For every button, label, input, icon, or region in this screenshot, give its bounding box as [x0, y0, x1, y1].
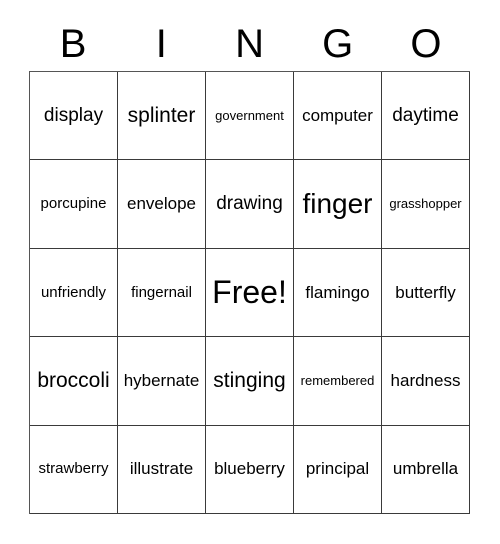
bingo-cell[interactable]: strawberry: [30, 425, 118, 514]
bingo-cell-label: unfriendly: [40, 283, 107, 301]
bingo-cell[interactable]: umbrella: [382, 425, 470, 514]
bingo-cell[interactable]: fingernail: [118, 248, 206, 338]
bingo-card: B I N G O display splinter government co…: [0, 0, 500, 544]
bingo-cell[interactable]: stinging: [206, 337, 294, 426]
bingo-header-letter-b: B: [59, 21, 87, 66]
bingo-cell[interactable]: principal: [294, 425, 382, 514]
bingo-header-letter-g: G: [322, 21, 354, 66]
bingo-cell-label: government: [215, 107, 284, 123]
bingo-cell-label: strawberry: [38, 460, 109, 478]
bingo-cell-label: daytime: [392, 104, 459, 126]
bingo-header-letter-n: N: [235, 21, 264, 66]
bingo-cell-label: stinging: [213, 368, 286, 392]
bingo-header-letter-i: I: [155, 21, 167, 66]
bingo-cell[interactable]: hybernate: [118, 337, 206, 426]
bingo-cell[interactable]: display: [30, 72, 118, 161]
bingo-cell-label: fingernail: [131, 283, 192, 301]
bingo-cell[interactable]: broccoli: [30, 337, 118, 426]
bingo-cell-label: principal: [305, 459, 370, 479]
bingo-cell-label: porcupine: [40, 195, 107, 213]
bingo-cell-label: illustrate: [129, 459, 194, 479]
bingo-cell-label: umbrella: [392, 459, 459, 479]
bingo-cell-label: grasshopper: [389, 196, 462, 212]
bingo-cell[interactable]: blueberry: [206, 425, 294, 514]
bingo-cell-label: blueberry: [214, 459, 285, 479]
bingo-cell[interactable]: envelope: [118, 160, 206, 249]
bingo-cell[interactable]: drawing: [206, 160, 294, 249]
bingo-cell-label: envelope: [126, 194, 196, 214]
bingo-cell[interactable]: unfriendly: [30, 248, 118, 338]
bingo-cell-label: display: [43, 104, 104, 126]
bingo-cell[interactable]: finger: [294, 160, 382, 249]
bingo-cell[interactable]: computer: [294, 72, 382, 161]
bingo-cell[interactable]: splinter: [118, 72, 206, 161]
bingo-cell[interactable]: grasshopper: [382, 160, 470, 249]
bingo-cell[interactable]: butterfly: [382, 248, 470, 338]
bingo-free-cell[interactable]: Free!: [206, 248, 294, 338]
bingo-cell-label: butterfly: [395, 282, 456, 302]
bingo-cell-label: remembered: [300, 373, 375, 389]
bingo-cell-label: splinter: [127, 103, 196, 127]
bingo-cell-label: drawing: [216, 193, 283, 215]
bingo-cell-label: flamingo: [305, 282, 370, 302]
bingo-header-row: B I N G O: [29, 16, 470, 71]
bingo-cell-label: computer: [302, 105, 373, 125]
bingo-cell-label: hybernate: [123, 370, 200, 390]
bingo-free-label: Free!: [212, 273, 287, 310]
bingo-cell[interactable]: daytime: [382, 72, 470, 161]
bingo-grid: display splinter government computer day…: [29, 71, 470, 514]
bingo-cell[interactable]: remembered: [294, 337, 382, 426]
bingo-cell[interactable]: porcupine: [30, 160, 118, 249]
bingo-cell[interactable]: government: [206, 72, 294, 161]
bingo-cell-label: hardness: [390, 370, 461, 390]
bingo-cell-label: broccoli: [37, 368, 110, 392]
bingo-cell[interactable]: flamingo: [294, 248, 382, 338]
bingo-cell[interactable]: hardness: [382, 337, 470, 426]
bingo-cell[interactable]: illustrate: [118, 425, 206, 514]
bingo-header-letter-o: O: [410, 21, 442, 66]
bingo-cell-label: finger: [302, 188, 373, 220]
